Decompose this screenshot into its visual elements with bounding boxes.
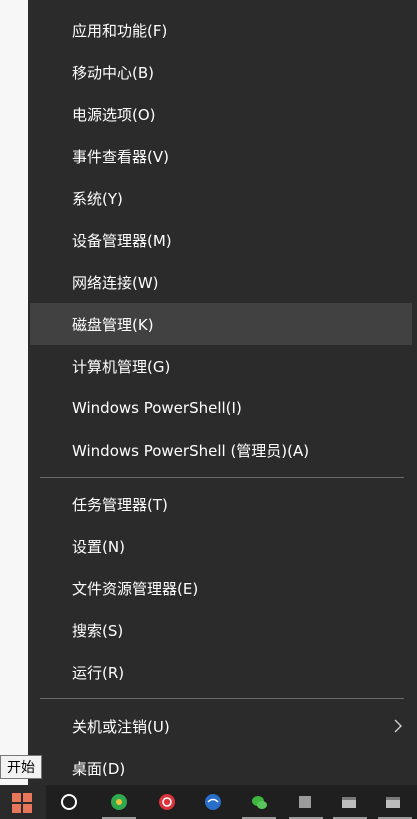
menu-item-label: 事件查看器(V)	[72, 147, 169, 166]
menu-item-label: 运行(R)	[72, 663, 125, 682]
menu-item-power-options[interactable]: 电源选项(O)	[30, 93, 412, 135]
menu-item-label: 应用和功能(F)	[72, 21, 168, 40]
menu-item-label: 关机或注销(U)	[72, 717, 170, 736]
start-button[interactable]	[0, 785, 46, 819]
chevron-right-icon	[394, 719, 402, 733]
menu-item-search[interactable]: 搜索(S)	[30, 609, 412, 651]
menu-item-mobility-center[interactable]: 移动中心(B)	[30, 51, 412, 93]
menu-item-apps-and-features[interactable]: 应用和功能(F)	[30, 9, 412, 51]
app-icon-gray[interactable]	[296, 793, 314, 811]
menu-item-desktop[interactable]: 桌面(D)	[30, 747, 412, 789]
menu-item-label: 计算机管理(G)	[72, 357, 171, 376]
app-icon-blue[interactable]	[204, 793, 222, 811]
app-icon-window[interactable]	[340, 793, 358, 811]
menu-separator	[40, 698, 404, 699]
cortana-icon[interactable]	[60, 793, 78, 811]
menu-item-system[interactable]: 系统(Y)	[30, 177, 412, 219]
menu-item-label: 设备管理器(M)	[72, 231, 172, 250]
desktop-background-strip	[0, 0, 28, 785]
menu-item-task-manager[interactable]: 任务管理器(T)	[30, 483, 412, 525]
menu-item-label: Windows PowerShell (管理员)(A)	[72, 441, 310, 460]
wechat-icon[interactable]	[250, 793, 268, 811]
menu-item-event-viewer[interactable]: 事件查看器(V)	[30, 135, 412, 177]
taskbar	[0, 785, 417, 819]
tooltip-text: 开始	[7, 760, 35, 776]
menu-item-file-explorer[interactable]: 文件资源管理器(E)	[30, 567, 412, 609]
menu-item-device-manager[interactable]: 设备管理器(M)	[30, 219, 412, 261]
start-tooltip: 开始	[0, 755, 42, 779]
app-icon-window-2[interactable]	[384, 793, 402, 811]
menu-item-label: 电源选项(O)	[72, 105, 156, 124]
menu-item-label: 桌面(D)	[72, 759, 126, 778]
menu-item-settings[interactable]: 设置(N)	[30, 525, 412, 567]
menu-item-label: 文件资源管理器(E)	[72, 579, 199, 598]
menu-item-run[interactable]: 运行(R)	[30, 651, 412, 693]
menu-item-label: 系统(Y)	[72, 189, 123, 208]
menu-item-powershell-admin[interactable]: Windows PowerShell (管理员)(A)	[30, 429, 412, 471]
menu-separator	[40, 477, 404, 478]
menu-item-computer-management[interactable]: 计算机管理(G)	[30, 345, 412, 387]
menu-item-network-connections[interactable]: 网络连接(W)	[30, 261, 412, 303]
menu-item-disk-management[interactable]: 磁盘管理(K)	[30, 303, 412, 345]
menu-item-label: 设置(N)	[72, 537, 125, 556]
app-icon-red[interactable]	[158, 793, 176, 811]
menu-item-label: 搜索(S)	[72, 621, 124, 640]
menu-item-label: 任务管理器(T)	[72, 495, 168, 514]
menu-item-powershell[interactable]: Windows PowerShell(I)	[30, 387, 412, 429]
menu-item-label: 磁盘管理(K)	[72, 315, 154, 334]
menu-item-label: Windows PowerShell(I)	[72, 399, 242, 417]
browser-icon[interactable]	[110, 793, 128, 811]
windows-logo-icon	[12, 793, 32, 813]
menu-item-label: 网络连接(W)	[72, 273, 159, 292]
menu-item-label: 移动中心(B)	[72, 63, 154, 82]
winx-power-user-menu: 应用和功能(F) 移动中心(B) 电源选项(O) 事件查看器(V) 系统(Y) …	[28, 0, 417, 785]
menu-item-shutdown-or-signout[interactable]: 关机或注销(U)	[30, 705, 412, 747]
